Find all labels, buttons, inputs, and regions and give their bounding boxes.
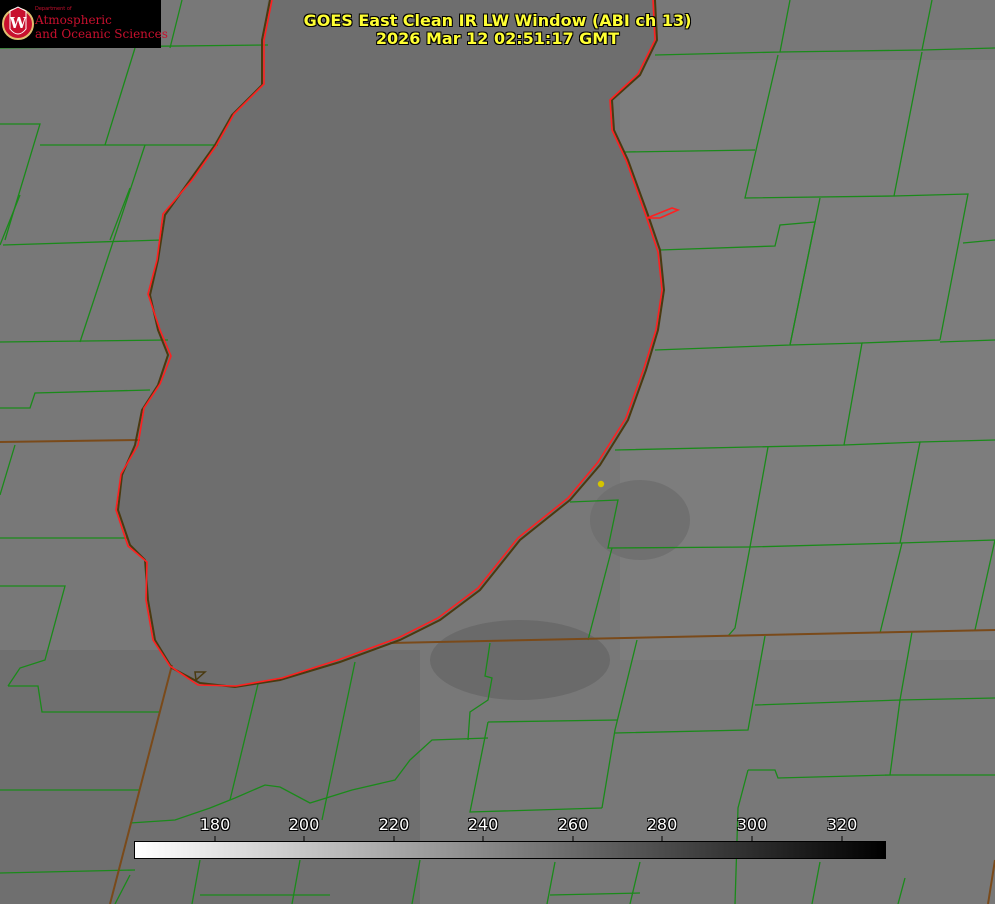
city-dot-icon xyxy=(597,480,605,488)
tick-label-280: 280 xyxy=(646,815,678,834)
tick-label-200: 200 xyxy=(288,815,320,834)
land-shade-southwest xyxy=(0,650,420,904)
tick-label-240: 240 xyxy=(467,815,499,834)
tick-label-320: 320 xyxy=(826,815,858,834)
satellite-map-view: W Department of Atmospheric and Oceanic … xyxy=(0,0,995,904)
image-title: GOES East Clean IR LW Window (ABI ch 13) xyxy=(303,11,692,30)
cloud-patch xyxy=(430,620,610,700)
temperature-colorbar xyxy=(134,841,886,859)
map-canvas xyxy=(0,0,995,904)
image-timestamp: 2026 Mar 12 02:51:17 GMT xyxy=(375,29,620,48)
tick-label-300: 300 xyxy=(736,815,768,834)
tick-label-180: 180 xyxy=(199,815,231,834)
tick-label-260: 260 xyxy=(557,815,589,834)
land-shade-east xyxy=(620,60,995,660)
tick-label-220: 220 xyxy=(378,815,410,834)
